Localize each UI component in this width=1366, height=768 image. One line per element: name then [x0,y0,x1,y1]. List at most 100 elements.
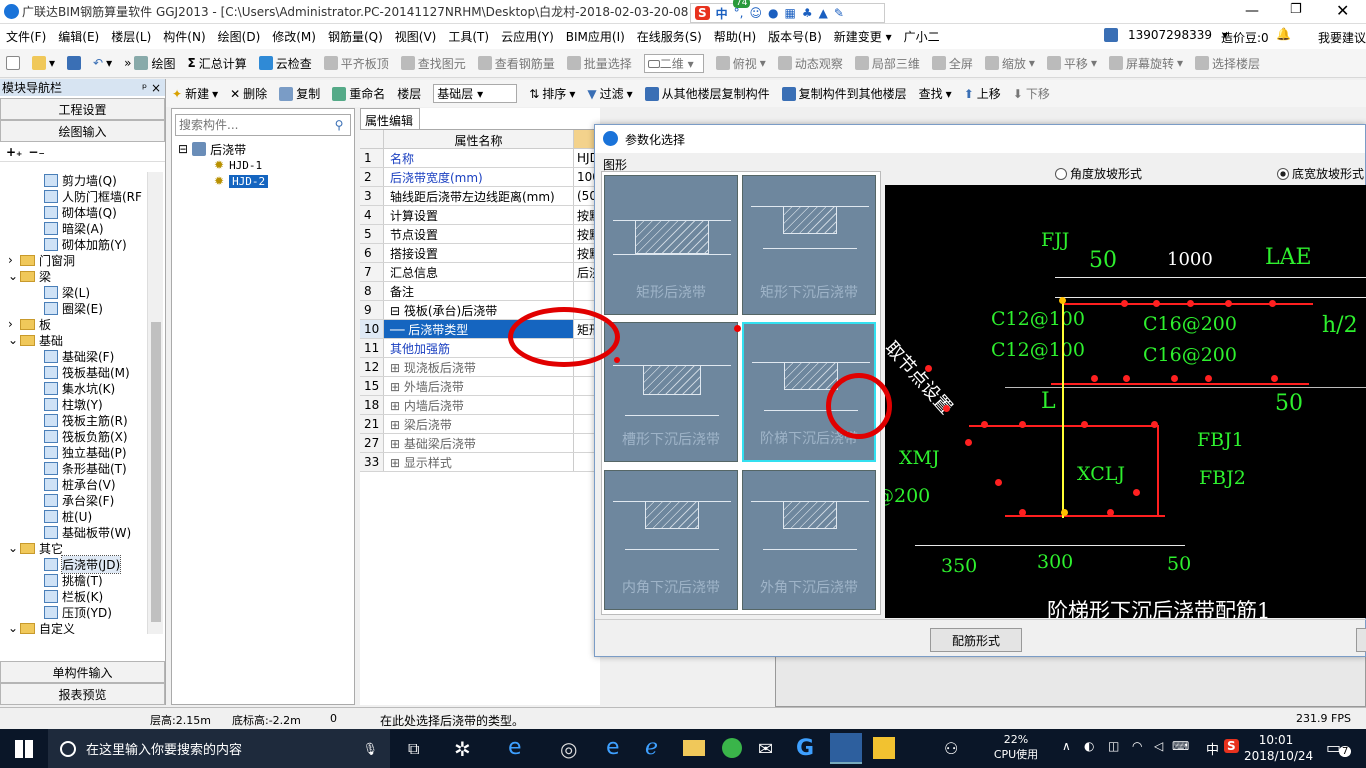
nav-tree-item[interactable]: 筏板基础(M) [0,364,148,380]
nav-tree-item[interactable]: 筏板负筋(X) [0,428,148,444]
expand-chevron-icon[interactable]: ⌄ [8,333,20,347]
prop-row[interactable]: 2 后浇带宽度(mm) 100 [360,168,600,187]
draw-input-button[interactable]: 绘图输入 [0,120,165,142]
local-3d-button[interactable]: 局部三维 [849,55,926,72]
keyboard-icon[interactable]: ⌨ [1172,739,1189,753]
nav-folder[interactable]: › 门窗洞 [0,252,148,268]
nav-tree-item[interactable]: 压顶(YD) [0,604,148,620]
nav-tree-item[interactable]: 剪力墙(Q) [0,172,148,188]
move-down-button[interactable]: ⬇ 下移 [1007,85,1056,102]
prop-row[interactable]: 6 搭接设置 按默 [360,244,600,263]
prop-row[interactable]: 4 计算设置 按默 [360,206,600,225]
find-button[interactable]: 查找 ▾ [913,85,958,102]
menu-edit[interactable]: 编辑(E) [52,28,105,45]
component-search-input[interactable] [176,115,328,135]
copy-from-floor-button[interactable]: 从其他楼层复制构件 [639,85,776,102]
tree-item-hjd2[interactable]: ✹ HJD-2 [172,173,354,189]
bell-icon[interactable]: 🔔 [1270,27,1297,41]
g-app-icon[interactable]: G [796,736,814,761]
menu-bim[interactable]: BIM应用(I) [560,28,631,45]
task-view-icon[interactable]: ⧉ [408,739,419,759]
prop-row[interactable]: 18 ⊞ 内墙后浇带 [360,396,600,415]
expand-chevron-icon[interactable]: › [8,253,20,267]
nav-folder[interactable]: ⌄ 基础 [0,332,148,348]
menu-floor[interactable]: 楼层(L) [105,28,157,45]
nav-tree-item[interactable]: 承台梁(F) [0,492,148,508]
close-button[interactable]: ✕ [1336,1,1349,20]
menu-online[interactable]: 在线服务(S) [631,28,708,45]
windows-start-icon[interactable] [15,740,33,758]
prop-row[interactable]: 7 汇总信息 后浇 [360,263,600,282]
nav-pin-close[interactable]: ᵖ × [142,81,165,95]
expand-chevron-icon[interactable]: ⌄ [8,621,20,634]
nav-tree-item[interactable]: 基础梁(F) [0,348,148,364]
draw-button[interactable]: » 绘图 [118,55,181,72]
account-phone[interactable]: 13907298339 ▾ [1098,28,1234,42]
radio-bottom-width-slope[interactable]: 底宽放坡形式 [1277,165,1364,182]
menu-version[interactable]: 版本号(B) [762,28,828,45]
tray-app-icon[interactable]: ◐ [1084,739,1094,753]
nav-tree-item[interactable]: 圈梁(E) [0,300,148,316]
lang-indicator[interactable]: 中 [1206,739,1219,758]
pinwheel-app-icon[interactable]: ✲ [454,737,471,761]
menu-tools[interactable]: 工具(T) [442,28,495,45]
shape-groove-sunken[interactable]: 槽形下沉后浇带 [604,322,738,462]
network-icon[interactable]: ◫ [1108,739,1119,753]
view-steel-button[interactable]: 查看钢筋量 [472,55,561,72]
dynamic-view-button[interactable]: 动态观察 [772,55,849,72]
menu-component[interactable]: 构件(N) [157,28,211,45]
shape-inner-corner-sunken[interactable]: 内角下沉后浇带 [604,470,738,610]
zoom-button[interactable]: 缩放 ▾ [979,55,1041,72]
expand-chevron-icon[interactable]: ⌄ [8,269,20,283]
restore-button[interactable]: ❐ [1290,2,1302,17]
nav-folder[interactable]: ⌄ 其它 [0,540,148,556]
shape-outer-corner-sunken[interactable]: 外角下沉后浇带 [742,470,876,610]
menu-new-change[interactable]: 新建变更 ▾ [828,28,898,45]
radio-angle-slope[interactable]: 角度放坡形式 [1055,165,1142,182]
filter-button[interactable]: ▼ 过滤 ▾ [581,85,638,102]
expand-chevron-icon[interactable]: › [8,317,20,331]
mail-icon[interactable]: ✉ [758,739,773,760]
open-file-button[interactable]: ▾ [26,56,61,70]
menu-draw[interactable]: 绘图(D) [212,28,267,45]
move-up-button[interactable]: ⬆ 上移 [958,85,1007,102]
nav-tree-item[interactable]: 筏板主筋(R) [0,412,148,428]
menu-steel[interactable]: 钢筋量(Q) [322,28,389,45]
prop-row[interactable]: 8 备注 [360,282,600,301]
menu-help[interactable]: 帮助(H) [708,28,762,45]
flat-slab-top-button[interactable]: 平齐板顶 [318,55,395,72]
report-preview-button[interactable]: 报表预览 [0,683,165,705]
search-icon[interactable]: ⚲ [328,115,350,135]
suggest-button[interactable]: 我要建议 [1312,29,1366,46]
nav-tree-item[interactable]: 砌体墙(Q) [0,204,148,220]
sort-button[interactable]: ⇅ 排序 ▾ [523,85,581,102]
ggj-app-icon[interactable] [830,733,862,764]
cpu-usage[interactable]: 22% CPU使用 [988,732,1044,762]
browser-app-icon[interactable]: ◎ [560,737,577,761]
menu-file[interactable]: 文件(F) [0,28,52,45]
menu-cloud[interactable]: 云应用(Y) [495,28,560,45]
menu-guangxiaoer[interactable]: 广小二 [898,28,946,45]
nav-tree-item[interactable]: 梁(L) [0,284,148,300]
nav-tree-item[interactable]: 独立基础(P) [0,444,148,460]
project-settings-button[interactable]: 工程设置 [0,98,165,120]
rename-button[interactable]: 重命名 [326,85,391,102]
file-explorer-icon[interactable] [683,740,705,756]
shape-rect[interactable]: 矩形后浇带 [604,175,738,315]
nav-folder[interactable]: ⌄ 自定义 [0,620,148,634]
sum-calc-button[interactable]: Σ 汇总计算 [181,55,252,72]
menu-modify[interactable]: 修改(M) [266,28,322,45]
floor-select[interactable]: 基础层 ▾ [427,84,523,103]
nav-tree-item[interactable]: 暗梁(A) [0,220,148,236]
nav-tree-item[interactable]: 人防门框墙(RF [0,188,148,204]
ie-blue-icon[interactable]: e [508,735,522,760]
expand-chevron-icon[interactable]: ⌄ [8,541,20,555]
nav-tree-item[interactable]: 桩(U) [0,508,148,524]
nav-folder[interactable]: ⌄ 梁 [0,268,148,284]
new-component-button[interactable]: ✦ 新建 ▾ [166,85,224,102]
clock[interactable]: 10:01 2018/10/24 [1244,732,1313,764]
undo-button[interactable]: ↶ ▾ [87,56,118,70]
ime-toolbar[interactable]: S 中 °, ☺ ● ▦ ♣ ▲ ✎ [690,3,885,23]
collapse-all-icon[interactable]: −₋ [28,145,44,159]
nav-tree-item[interactable]: 栏板(K) [0,588,148,604]
